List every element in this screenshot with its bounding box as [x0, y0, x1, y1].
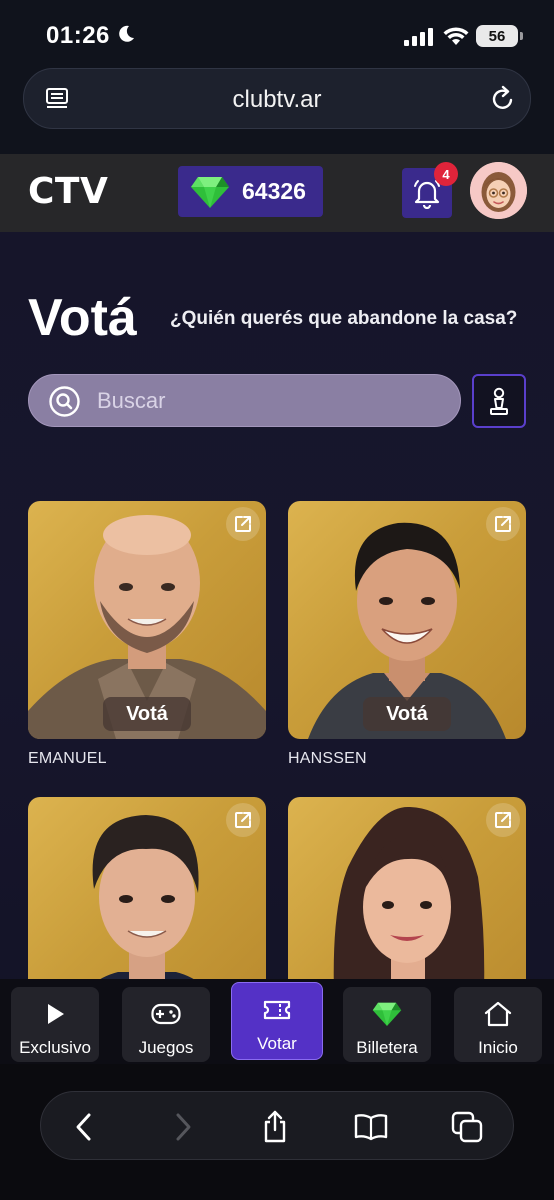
open-profile-button[interactable]: [226, 803, 260, 837]
candidate-name: EMANUEL: [28, 750, 107, 767]
reload-icon[interactable]: [490, 85, 516, 113]
avatar[interactable]: [470, 162, 527, 219]
chess-pawn-icon: [490, 387, 508, 415]
external-link-icon: [495, 516, 511, 532]
site-header: CTV 64326: [0, 154, 554, 232]
page-subtitle: ¿Quién querés que abandone la casa?: [170, 308, 518, 329]
bottom-nav: Exclusivo Juegos Votar Billetera Inicio: [0, 979, 554, 1064]
nav-item-votar[interactable]: Votar: [231, 982, 323, 1060]
open-profile-button[interactable]: [486, 803, 520, 837]
coins-balance[interactable]: 64326: [178, 166, 323, 217]
vote-button[interactable]: Votá: [363, 697, 451, 731]
open-profile-button[interactable]: [486, 507, 520, 541]
forward-icon[interactable]: [165, 1110, 199, 1144]
nav-label: Billetera: [356, 1038, 418, 1057]
battery-indicator: 56: [476, 25, 523, 47]
url-text: clubtv.ar: [232, 86, 322, 113]
nav-item-juegos[interactable]: Juegos: [122, 987, 210, 1062]
home-icon: [484, 1001, 512, 1027]
page-title: Votá: [28, 289, 137, 347]
candidate-card[interactable]: Votá: [288, 501, 526, 739]
nav-label: Votar: [257, 1034, 297, 1053]
tabs-icon[interactable]: [450, 1110, 484, 1144]
search-bar[interactable]: [28, 374, 461, 427]
back-icon[interactable]: [68, 1110, 102, 1144]
open-profile-button[interactable]: [226, 507, 260, 541]
candidate-name: HANSSEN: [288, 750, 367, 767]
nav-label: Juegos: [138, 1038, 194, 1057]
nav-item-exclusivo[interactable]: Exclusivo: [11, 987, 99, 1062]
candidate-card[interactable]: Votá: [28, 501, 266, 739]
external-link-icon: [235, 516, 251, 532]
play-icon: [48, 1004, 64, 1024]
browser-chrome: clubtv.ar: [0, 68, 554, 154]
ticket-icon: [263, 1000, 291, 1020]
address-bar[interactable]: clubtv.ar: [23, 68, 531, 129]
gem-icon: [372, 1002, 402, 1026]
status-bar: 01:26 56: [0, 0, 554, 68]
bookmarks-icon[interactable]: [354, 1110, 388, 1144]
coins-value: 64326: [242, 178, 306, 204]
browser-toolbar: [40, 1091, 514, 1160]
nav-label: Exclusivo: [19, 1038, 91, 1057]
moon-icon: [119, 25, 134, 42]
gem-icon: [191, 176, 229, 208]
signal-icon: [404, 28, 433, 46]
search-icon: [49, 386, 80, 417]
ctv-logo[interactable]: CTV: [28, 171, 108, 212]
status-time: 01:26: [46, 22, 110, 49]
share-icon[interactable]: [258, 1110, 292, 1144]
avatar-memoji: [470, 162, 527, 219]
nav-label: Inicio: [478, 1038, 518, 1057]
wifi-icon: [443, 27, 469, 45]
notification-badge: 4: [434, 162, 458, 186]
gamepad-icon: [151, 1003, 181, 1025]
search-input[interactable]: [97, 385, 437, 417]
vote-button[interactable]: Votá: [103, 697, 191, 731]
nav-item-billetera[interactable]: Billetera: [343, 987, 431, 1062]
external-link-icon: [495, 812, 511, 828]
nav-item-inicio[interactable]: Inicio: [454, 987, 542, 1062]
external-link-icon: [235, 812, 251, 828]
filter-button[interactable]: [472, 374, 526, 428]
